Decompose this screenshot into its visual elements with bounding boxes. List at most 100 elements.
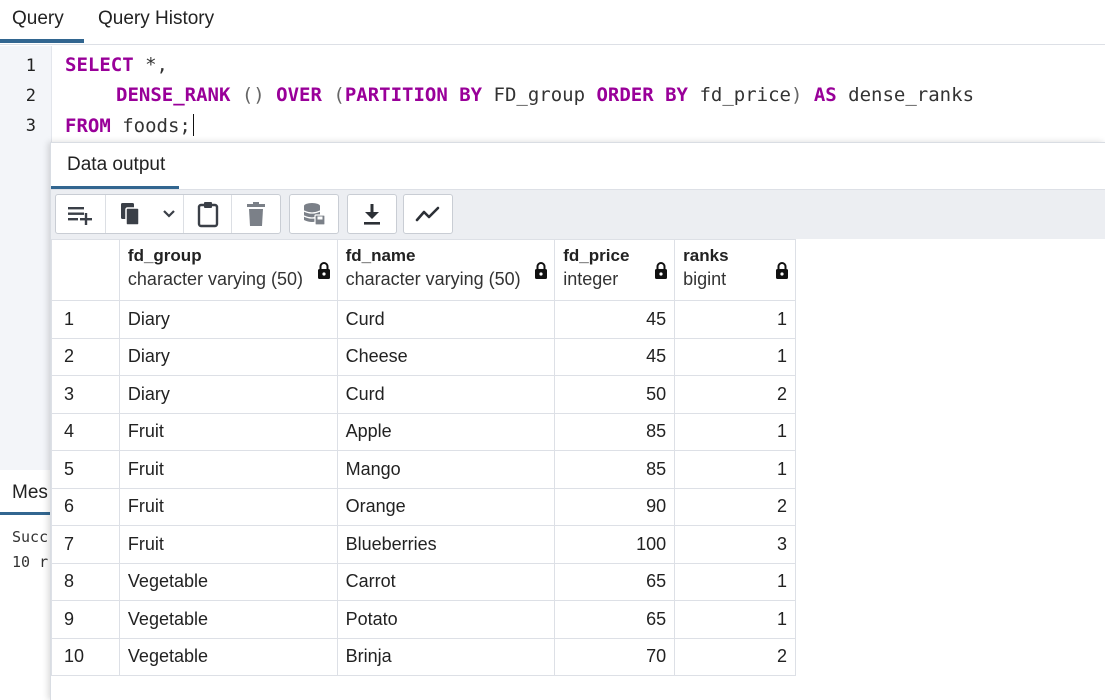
tab-messages[interactable]: Mes <box>12 482 48 504</box>
row-number[interactable]: 8 <box>51 562 120 601</box>
line-number: 3 <box>25 116 36 136</box>
table-row[interactable]: 1 Diary Curd 45 1 <box>51 300 796 339</box>
cell-fd-group[interactable]: Diary <box>118 375 338 414</box>
add-row-icon <box>67 207 92 225</box>
paste-button[interactable] <box>184 195 232 233</box>
cell-ranks[interactable]: 1 <box>674 562 796 601</box>
cell-fd-group[interactable]: Diary <box>118 300 338 339</box>
cell-fd-price[interactable]: 85 <box>554 450 676 489</box>
cell-ranks[interactable]: 1 <box>674 412 796 451</box>
table-row[interactable]: 5 Fruit Mango 85 1 <box>51 450 796 489</box>
cell-fd-name[interactable]: Curd <box>336 300 556 339</box>
row-number[interactable]: 10 <box>51 637 120 676</box>
graph-visualiser-button[interactable] <box>403 194 453 234</box>
cell-ranks[interactable]: 2 <box>674 637 796 676</box>
column-header-fd-group[interactable]: fd_group character varying (50) <box>118 239 338 301</box>
data-output-panel: Data output fd_group character varying (… <box>50 142 1105 700</box>
row-number-header <box>51 239 120 301</box>
message-text: 10 r <box>12 553 49 571</box>
cell-fd-price[interactable]: 100 <box>554 525 676 564</box>
sql-keyword: OVER <box>276 84 322 106</box>
line-number-gutter: 1 2 3 <box>0 46 52 476</box>
download-button[interactable] <box>347 194 397 234</box>
cell-fd-price[interactable]: 65 <box>554 600 676 639</box>
row-number[interactable]: 2 <box>51 337 120 376</box>
cell-fd-group[interactable]: Vegetable <box>118 600 338 639</box>
sql-text: dense_ranks <box>836 84 975 106</box>
cell-fd-price[interactable]: 45 <box>554 337 676 376</box>
table-row[interactable]: 8 Vegetable Carrot 65 1 <box>51 562 796 601</box>
table-row[interactable]: 3 Diary Curd 50 2 <box>51 375 796 414</box>
row-number[interactable]: 4 <box>51 412 120 451</box>
column-header-ranks[interactable]: ranks bigint <box>674 239 796 301</box>
copy-options-dropdown[interactable] <box>154 195 184 233</box>
cell-fd-group[interactable]: Fruit <box>118 450 338 489</box>
sql-text: fd_price <box>688 84 791 106</box>
sql-text: *, <box>133 54 168 76</box>
table-row[interactable]: 2 Diary Cheese 45 1 <box>51 337 796 376</box>
cell-ranks[interactable]: 1 <box>674 450 796 489</box>
cell-fd-group[interactable]: Diary <box>118 337 338 376</box>
cell-fd-name[interactable]: Curd <box>336 375 556 414</box>
cell-fd-price[interactable]: 70 <box>554 637 676 676</box>
download-icon <box>364 204 380 225</box>
code-line-3[interactable]: FROM foods; <box>65 114 194 137</box>
cell-ranks[interactable]: 2 <box>674 375 796 414</box>
cell-fd-name[interactable]: Blueberries <box>336 525 556 564</box>
save-data-button[interactable] <box>289 194 339 234</box>
cell-ranks[interactable]: 1 <box>674 300 796 339</box>
code-line-1[interactable]: SELECT *, <box>65 54 168 76</box>
column-header-fd-price[interactable]: fd_price integer <box>554 239 676 301</box>
cell-ranks[interactable]: 1 <box>674 337 796 376</box>
copy-icon <box>121 203 140 226</box>
row-number[interactable]: 3 <box>51 375 120 414</box>
cell-fd-group[interactable]: Fruit <box>118 412 338 451</box>
row-number[interactable]: 7 <box>51 525 120 564</box>
tab-query[interactable]: Query <box>12 8 64 30</box>
column-type: character varying (50) <box>345 269 521 289</box>
sql-keyword: SELECT <box>65 54 134 76</box>
query-tabs: Query Query History <box>0 0 1105 45</box>
line-number: 2 <box>25 86 36 106</box>
table-row[interactable]: 6 Fruit Orange 90 2 <box>51 487 796 526</box>
tab-data-output[interactable]: Data output <box>67 154 165 176</box>
cell-fd-price[interactable]: 50 <box>554 375 676 414</box>
table-row[interactable]: 10 Vegetable Brinja 70 2 <box>51 637 796 676</box>
tab-query-history[interactable]: Query History <box>98 8 214 30</box>
cell-ranks[interactable]: 1 <box>674 600 796 639</box>
message-text: Succ <box>12 528 49 546</box>
delete-icon <box>247 202 265 226</box>
cell-fd-name[interactable]: Apple <box>336 412 556 451</box>
cell-fd-name[interactable]: Orange <box>336 487 556 526</box>
cell-fd-price[interactable]: 45 <box>554 300 676 339</box>
cell-fd-name[interactable]: Mango <box>336 450 556 489</box>
cell-fd-name[interactable]: Carrot <box>336 562 556 601</box>
copy-button[interactable] <box>106 195 154 233</box>
cell-fd-name[interactable]: Cheese <box>336 337 556 376</box>
delete-button[interactable] <box>232 195 280 233</box>
cell-fd-name[interactable]: Potato <box>336 600 556 639</box>
cell-fd-price[interactable]: 85 <box>554 412 676 451</box>
cell-fd-name[interactable]: Brinja <box>336 637 556 676</box>
cell-fd-group[interactable]: Vegetable <box>118 562 338 601</box>
cell-fd-group[interactable]: Fruit <box>118 525 338 564</box>
chevron-down-icon <box>162 210 175 218</box>
row-number[interactable]: 6 <box>51 487 120 526</box>
cell-fd-price[interactable]: 90 <box>554 487 676 526</box>
text-cursor <box>192 114 194 136</box>
column-header-fd-name[interactable]: fd_name character varying (50) <box>336 239 556 301</box>
add-row-button[interactable] <box>56 195 106 233</box>
cell-ranks[interactable]: 2 <box>674 487 796 526</box>
code-line-2[interactable]: DENSE_RANK () OVER (PARTITION BY FD_grou… <box>116 84 974 106</box>
cell-fd-group[interactable]: Vegetable <box>118 637 338 676</box>
cell-fd-price[interactable]: 65 <box>554 562 676 601</box>
cell-ranks[interactable]: 3 <box>674 525 796 564</box>
row-number[interactable]: 1 <box>51 300 120 339</box>
column-name: ranks <box>683 246 729 265</box>
row-number[interactable]: 5 <box>51 450 120 489</box>
cell-fd-group[interactable]: Fruit <box>118 487 338 526</box>
table-row[interactable]: 7 Fruit Blueberries 100 3 <box>51 525 796 564</box>
row-number[interactable]: 9 <box>51 600 120 639</box>
table-row[interactable]: 9 Vegetable Potato 65 1 <box>51 600 796 639</box>
table-row[interactable]: 4 Fruit Apple 85 1 <box>51 412 796 451</box>
